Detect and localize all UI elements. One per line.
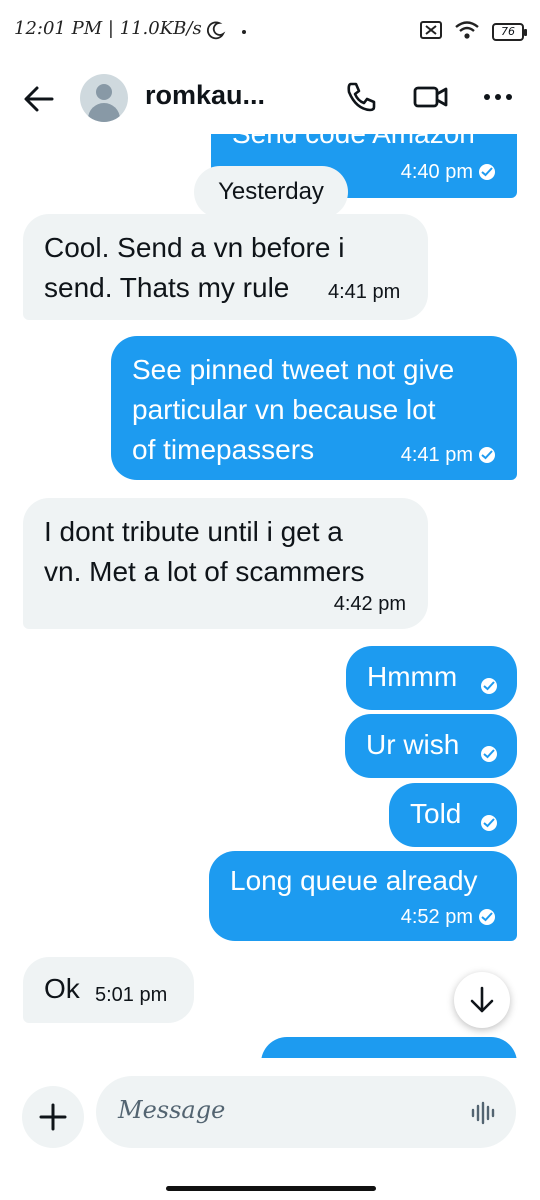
message-meta: 4:41 pm xyxy=(401,443,495,467)
home-indicator[interactable] xyxy=(166,1186,376,1191)
read-check-icon xyxy=(481,815,497,831)
message-time: 4:40 pm xyxy=(400,161,473,183)
audio-waveform-icon xyxy=(471,1101,495,1125)
battery-icon: 76 xyxy=(492,23,527,41)
message-composer: Message xyxy=(0,1058,540,1200)
message-meta: 5:01 pm xyxy=(95,983,167,1007)
avatar[interactable] xyxy=(80,74,128,122)
conversation-header: romkau... xyxy=(0,62,540,134)
message-text-line: particular vn because lot xyxy=(132,394,436,425)
date-separator: Yesterday xyxy=(194,166,348,218)
message-meta: 4:42 pm xyxy=(334,592,406,616)
message-text-line: of timepassers xyxy=(132,434,315,465)
arrow-left-icon xyxy=(24,86,54,112)
message-text: Hmmm xyxy=(367,661,458,692)
message-meta xyxy=(481,815,497,831)
message-text: Long queue already xyxy=(230,865,478,896)
wifi-icon xyxy=(454,20,480,44)
message-time: 4:41 pm xyxy=(400,444,473,466)
call-button[interactable] xyxy=(344,80,378,114)
read-check-icon xyxy=(479,164,495,180)
read-check-icon xyxy=(479,447,495,463)
read-check-icon xyxy=(481,746,497,762)
back-button[interactable] xyxy=(22,82,56,116)
scroll-to-bottom-button[interactable] xyxy=(454,972,510,1028)
message-time: 4:41 pm xyxy=(328,281,401,303)
message-time: 5:01 pm xyxy=(95,984,168,1006)
message-meta: 4:52 pm xyxy=(401,905,495,929)
arrow-down-icon xyxy=(470,986,494,1013)
status-bar: 12:01 PM | 11.0KB/s 76 xyxy=(0,0,540,62)
message-text: Told xyxy=(410,798,462,829)
message-meta xyxy=(481,678,497,694)
phone-icon xyxy=(347,82,376,112)
message-bubble-outgoing[interactable]: Ur wish xyxy=(345,714,517,778)
add-media-button[interactable] xyxy=(22,1086,84,1148)
contact-name[interactable]: romkau... xyxy=(145,80,265,111)
message-time: 4:42 pm xyxy=(333,593,406,615)
sim-off-icon xyxy=(420,21,442,43)
message-bubble-incoming[interactable]: Cool. Send a vn before i send. Thats my … xyxy=(23,214,428,320)
status-time: 12:01 PM | 11.0KB/s xyxy=(14,18,202,39)
message-bubble-incoming[interactable]: I dont tribute until i get a vn. Met a l… xyxy=(23,498,428,629)
avatar-head xyxy=(96,84,112,100)
video-camera-icon xyxy=(413,86,448,108)
message-meta: 4:40 pm xyxy=(401,160,495,184)
message-bubble-outgoing[interactable]: Hmmm xyxy=(346,646,517,710)
avatar-body xyxy=(88,103,120,122)
more-horizontal-icon xyxy=(484,94,512,100)
message-text-line: send. Thats my rule xyxy=(44,272,290,303)
message-bubble-outgoing[interactable]: Long queue already 4:52 pm xyxy=(209,851,517,941)
message-input-placeholder: Message xyxy=(118,1096,226,1124)
battery-level: 76 xyxy=(501,25,515,38)
message-list[interactable]: Send code Amazon 4:40 pm Yesterday Cool.… xyxy=(0,134,540,1058)
message-text-line: See pinned tweet not give xyxy=(132,354,455,385)
message-text: Ur wish xyxy=(366,729,460,760)
video-call-button[interactable] xyxy=(412,80,450,114)
more-options-button[interactable] xyxy=(480,80,516,114)
message-text-line: I dont tribute until i get a xyxy=(44,516,343,547)
read-check-icon xyxy=(479,909,495,925)
message-text: Ok xyxy=(44,973,80,1004)
message-text: Send code Amazon xyxy=(232,134,475,154)
voice-message-button[interactable] xyxy=(470,1100,496,1126)
message-time: 4:52 pm xyxy=(400,906,473,928)
message-meta: 4:41 pm xyxy=(328,280,400,304)
message-bubble-outgoing[interactable]: See pinned tweet not give particular vn … xyxy=(111,336,517,480)
message-text-line: vn. Met a lot of scammers xyxy=(44,556,365,587)
message-input[interactable]: Message xyxy=(96,1076,516,1148)
plus-icon xyxy=(39,1103,67,1131)
message-bubble-outgoing[interactable]: Told xyxy=(389,783,517,847)
read-check-icon xyxy=(481,678,497,694)
message-text-line: Cool. Send a vn before i xyxy=(44,232,345,263)
dot-icon xyxy=(242,30,246,34)
message-bubble-outgoing[interactable] xyxy=(261,1037,517,1058)
moon-icon xyxy=(206,20,226,44)
message-bubble-incoming[interactable]: Ok 5:01 pm xyxy=(23,957,194,1023)
message-meta xyxy=(481,746,497,762)
